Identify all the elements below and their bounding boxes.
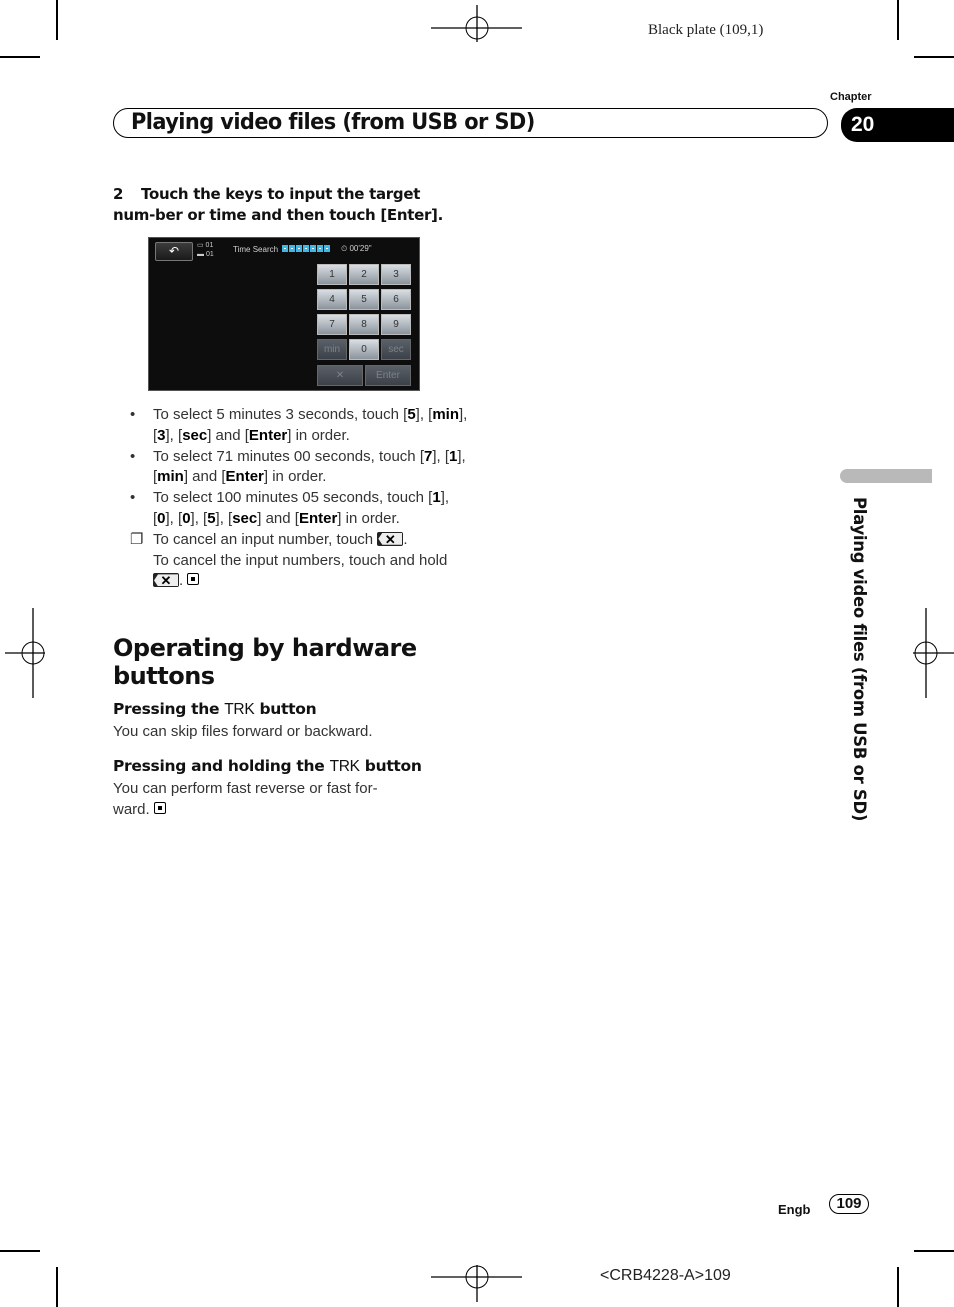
crop-mark (56, 0, 58, 40)
keypad-key-5[interactable]: 5 (349, 289, 379, 310)
enter-key[interactable]: Enter (365, 365, 411, 386)
chapter-label: Chapter (830, 91, 872, 103)
delete-key[interactable]: ✕ (317, 365, 363, 386)
back-arrow-icon: ↶ (168, 244, 180, 258)
crop-mark (914, 1250, 954, 1252)
note-line-1: To cancel an input number, touch (153, 530, 374, 548)
registration-mark-bottom (431, 1265, 522, 1302)
crop-mark (0, 1250, 40, 1252)
language-label: Engb (778, 1202, 811, 1217)
keypad-key-min[interactable]: min (317, 339, 347, 360)
list-item: • To select 5 minutes 3 seconds, touch [5… (130, 406, 468, 444)
time-input-field (282, 245, 330, 252)
list-item: • To select 100 minutes 05 seconds, touch… (130, 489, 450, 527)
crop-mark (56, 1267, 58, 1307)
step-text: Touch the keys to input the target num-b… (113, 185, 444, 224)
time-search-screen: ↶ ▭ 01 ▬ 01 Time Search ⏲ 00'29" 123 456 7… (148, 237, 420, 391)
subsection-text-trk-hold: You can perform fast reverse or fast for… (113, 780, 378, 818)
crop-mark (914, 56, 954, 58)
keypad-key-0[interactable]: 0 (349, 339, 379, 360)
end-mark-icon (187, 573, 200, 586)
time-input-slot (310, 245, 316, 252)
time-input-slot (282, 245, 288, 252)
time-input-slot (303, 245, 309, 252)
keypad-key-7[interactable]: 7 (317, 314, 347, 335)
subsection-title-trk: Pressing the TRK button (113, 700, 317, 718)
keypad-key-2[interactable]: 2 (349, 264, 379, 285)
elapsed-time: ⏲ 00'29" (341, 244, 372, 253)
bullet-icon: • (130, 489, 136, 507)
keypad-key-sec[interactable]: sec (381, 339, 411, 360)
keypad-key-8[interactable]: 8 (349, 314, 379, 335)
step-heading: 2 Touch the keys to input the target num-… (113, 184, 463, 226)
delete-icon: ✕ (335, 370, 345, 381)
subsection-text-trk: You can skip files forward or backward. (113, 723, 373, 740)
keypad-key-9[interactable]: 9 (381, 314, 411, 335)
time-input-slot (317, 245, 323, 252)
chapter-title: Playing video files (from USB or SD) (131, 110, 535, 135)
media-number: ▭ 01 (197, 242, 214, 249)
note-icon: ❐ (130, 530, 144, 548)
registration-mark-top (431, 5, 522, 42)
folder-number: ▬ 01 (197, 251, 214, 258)
job-code: <CRB4228-A>109 (600, 1267, 731, 1284)
list-item: • To select 71 minutes 00 seconds, touch … (130, 447, 466, 486)
time-input-slot (296, 245, 302, 252)
bullet-icon: • (130, 406, 136, 423)
crop-mark (897, 1267, 899, 1307)
time-search-label: Time Search (233, 245, 279, 254)
end-mark-icon (153, 802, 166, 814)
source-info: ▭ 01 ▬ 01 (197, 241, 214, 259)
section-title: Operating by hardware buttons (113, 634, 417, 690)
side-tab-marker (840, 469, 932, 483)
time-input-slot (324, 245, 330, 252)
plate-label: Black plate (109,1) (648, 22, 764, 38)
note-item: ❐ To cancel an input number, touch ✕. To… (130, 530, 448, 590)
delete-key-icon: ✕ (377, 531, 404, 547)
keypad-key-4[interactable]: 4 (317, 289, 347, 310)
delete-key-icon: ✕ (153, 573, 179, 588)
bullet-icon: • (130, 447, 136, 465)
page-number: 109 (829, 1194, 869, 1214)
chapter-number: 20 (841, 108, 954, 142)
side-tab-title: Playing video files (from USB or SD) (850, 497, 869, 822)
registration-mark-right (913, 608, 954, 698)
subsection-title-trk-hold: Pressing and holding the TRK button (113, 757, 422, 775)
keypad-key-3[interactable]: 3 (381, 264, 411, 285)
instruction-list: • To select 5 minutes 3 seconds, touch [5… (130, 405, 470, 592)
registration-mark-left (5, 608, 45, 698)
step-number: 2 (113, 185, 124, 203)
time-input-slot (289, 245, 295, 252)
crop-mark (0, 56, 40, 58)
note-line-2: To cancel the input numbers, touch and h… (153, 551, 448, 569)
crop-mark (897, 0, 899, 40)
back-button[interactable]: ↶ (155, 242, 193, 261)
keypad-key-6[interactable]: 6 (381, 289, 411, 310)
keypad-key-1[interactable]: 1 (317, 264, 347, 285)
